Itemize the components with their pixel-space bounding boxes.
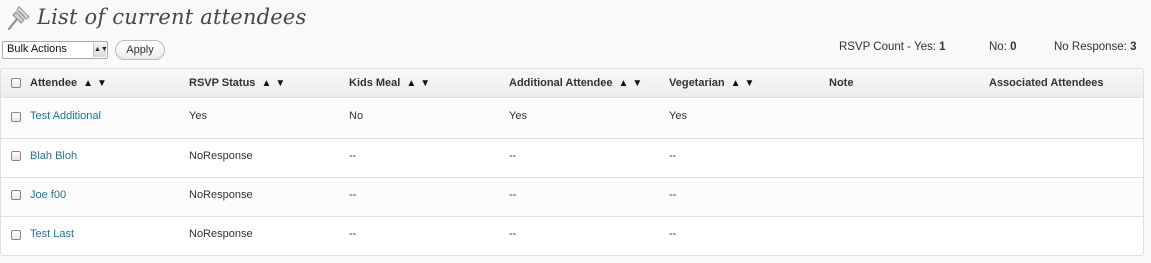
- sort-arrows-icon[interactable]: ▲▼: [618, 78, 646, 89]
- additional-attendee-cell: --: [509, 228, 517, 240]
- vegetarian-cell: --: [669, 189, 677, 201]
- sort-arrows-icon[interactable]: ▲▼: [261, 78, 289, 89]
- vegetarian-cell: --: [669, 150, 677, 162]
- column-attendee[interactable]: Attendee ▲▼: [30, 69, 111, 98]
- sort-arrows-icon[interactable]: ▲▼: [83, 78, 111, 89]
- rsvp-no-count: No: 0: [989, 41, 1017, 53]
- column-additional-attendee[interactable]: Additional Attendee ▲▼: [509, 69, 646, 98]
- table-row: Blah Bloh NoResponse -- -- --: [1, 139, 1143, 178]
- rsvp-noresponse-count: No Response: 3: [1054, 41, 1136, 53]
- additional-attendee-cell: Yes: [509, 110, 527, 122]
- vegetarian-cell: --: [669, 228, 677, 240]
- kids-meal-cell: --: [349, 228, 357, 240]
- rsvp-noresponse-label: No Response:: [1054, 41, 1127, 53]
- rsvp-yes-count: RSVP Count - Yes: 1: [839, 41, 946, 53]
- sort-arrows-icon[interactable]: ▲▼: [406, 78, 434, 89]
- attendee-link[interactable]: Joe f00: [30, 189, 66, 201]
- attendee-link[interactable]: Test Additional: [30, 110, 101, 122]
- additional-attendee-cell: --: [509, 150, 517, 162]
- attendee-link[interactable]: Test Last: [30, 228, 74, 240]
- column-kids-meal-label: Kids Meal: [349, 77, 401, 89]
- rsvp-status-cell: NoResponse: [189, 150, 253, 162]
- attendee-link[interactable]: Blah Bloh: [30, 150, 77, 162]
- sort-arrows-icon[interactable]: ▲▼: [731, 78, 759, 89]
- rsvp-yes-value: 1: [939, 41, 946, 53]
- page-header: List of current attendees: [4, 0, 307, 34]
- kids-meal-cell: --: [349, 189, 357, 201]
- table-row: Test Additional Yes No Yes Yes: [1, 99, 1143, 139]
- row-checkbox[interactable]: [11, 230, 21, 240]
- column-additional-attendee-label: Additional Attendee: [509, 77, 613, 89]
- column-vegetarian[interactable]: Vegetarian ▲▼: [669, 69, 758, 98]
- rsvp-status-cell: NoResponse: [189, 228, 253, 240]
- table-row: Test Last NoResponse -- -- --: [1, 217, 1143, 255]
- vegetarian-cell: Yes: [669, 110, 687, 122]
- rsvp-noresponse-value: 3: [1130, 41, 1137, 53]
- bulk-actions-select[interactable]: Bulk Actions ▲▼: [2, 41, 108, 59]
- attendees-table: Attendee ▲▼ RSVP Status ▲▼ Kids Meal ▲▼ Add…: [0, 68, 1144, 256]
- kids-meal-cell: No: [349, 110, 364, 122]
- table-header: Attendee ▲▼ RSVP Status ▲▼ Kids Meal ▲▼ Add…: [1, 69, 1143, 98]
- apply-button[interactable]: Apply: [115, 40, 165, 60]
- row-checkbox[interactable]: [11, 151, 21, 161]
- column-kids-meal[interactable]: Kids Meal ▲▼: [349, 69, 434, 98]
- kids-meal-cell: --: [349, 150, 357, 162]
- bulk-actions-label: Bulk Actions: [7, 43, 67, 55]
- column-attendee-label: Attendee: [30, 77, 78, 89]
- rsvp-yes-label: RSVP Count - Yes:: [839, 41, 936, 53]
- row-checkbox[interactable]: [11, 190, 21, 200]
- pushpin-icon: [4, 2, 34, 32]
- rsvp-status-cell: NoResponse: [189, 189, 253, 201]
- page-title: List of current attendees: [37, 5, 307, 29]
- table-row: Joe f00 NoResponse -- -- --: [1, 178, 1143, 217]
- rsvp-no-label: No:: [989, 41, 1007, 53]
- column-rsvp-status[interactable]: RSVP Status ▲▼: [189, 69, 289, 98]
- select-all-checkbox[interactable]: [11, 78, 21, 88]
- rsvp-no-value: 0: [1010, 41, 1017, 53]
- dropdown-arrow-icon: ▲▼: [93, 43, 108, 57]
- toolbar: Bulk Actions ▲▼ Apply RSVP Count - Yes: …: [0, 40, 1151, 62]
- row-checkbox[interactable]: [11, 112, 21, 122]
- column-associated-attendees: Associated Attendees: [989, 77, 1104, 89]
- additional-attendee-cell: --: [509, 189, 517, 201]
- column-rsvp-status-label: RSVP Status: [189, 77, 256, 89]
- rsvp-status-cell: Yes: [189, 110, 207, 122]
- column-note: Note: [829, 77, 854, 89]
- column-vegetarian-label: Vegetarian: [669, 77, 725, 89]
